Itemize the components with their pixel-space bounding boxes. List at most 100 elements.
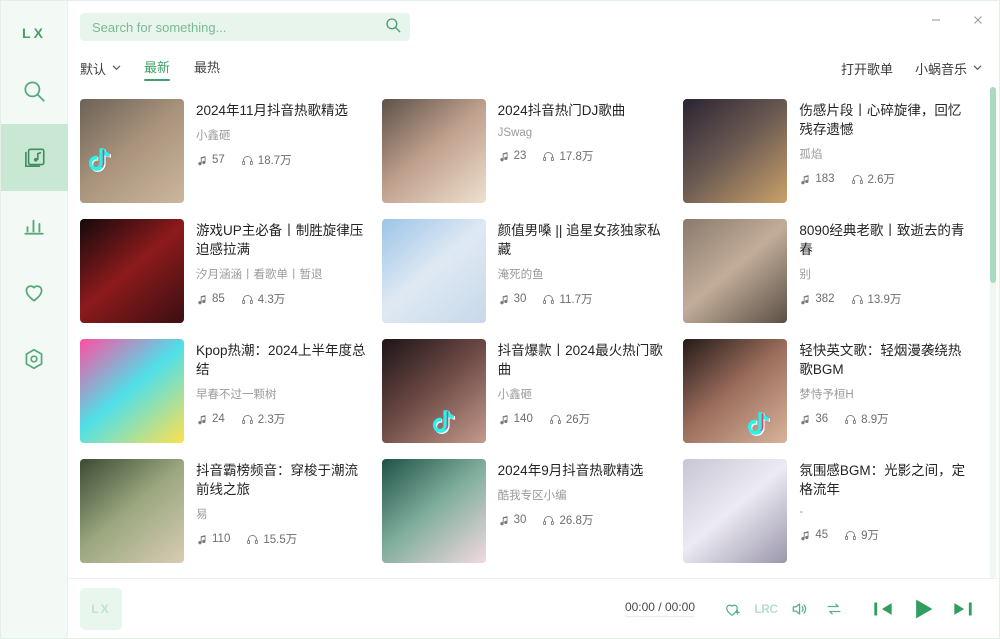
search-input[interactable] <box>92 19 384 35</box>
tiktok-icon <box>748 412 772 436</box>
song-count-value: 23 <box>513 150 527 162</box>
minimize-button[interactable] <box>915 3 957 37</box>
sidebar-item-leaderboard[interactable] <box>1 191 68 258</box>
playlist-cover[interactable] <box>381 459 486 563</box>
play-count-stat: 2.6万 <box>851 171 896 187</box>
playlist-cover[interactable] <box>381 339 486 443</box>
song-count-value: 24 <box>212 413 225 425</box>
playlist-title: 8090经典老歌丨致逝去的青春 <box>799 223 965 257</box>
cover-image <box>683 219 788 323</box>
search-box[interactable] <box>80 13 410 41</box>
playlist-card[interactable]: 2024年11月抖音热歌精选 小鑫砸 57 18.7万 <box>80 91 380 211</box>
music-note-icon <box>801 415 809 425</box>
toolbar-right: 打开歌单 小蜗音乐 <box>841 59 983 78</box>
playlist-grid: 2024年11月抖音热歌精选 小鑫砸 57 18.7万 2024抖音热门DJ歌曲 JS… <box>80 91 983 571</box>
music-note-icon <box>801 531 809 541</box>
song-count-stat: 36 <box>799 413 828 425</box>
tab-hottest[interactable]: 最热 <box>194 57 220 80</box>
tab-latest[interactable]: 最新 <box>144 57 171 81</box>
sidebar-item-settings[interactable] <box>1 325 68 392</box>
playlist-title: 轻快英文歌：轻烟漫袭绕热歌BGM <box>799 343 962 377</box>
play-icon[interactable] <box>903 589 943 629</box>
play-count-stat: 11.7万 <box>542 291 592 307</box>
playlist-cover[interactable] <box>80 99 184 203</box>
headphone-icon <box>241 155 253 165</box>
window-titlebar <box>915 1 999 39</box>
playlist-card[interactable]: 游戏UP主必备丨制胜旋律压迫感拉满 汐月涵涵丨看歌单丨暂退 85 4.3万 <box>80 211 380 331</box>
playlist-card[interactable]: 8090经典老歌丨致逝去的青春别 382 13.9万 <box>683 211 983 331</box>
heart-plus-icon[interactable] <box>715 592 749 626</box>
playlist-card[interactable]: 2024年9月抖音热歌精选 酷我专区小编 30 26.8万 <box>381 451 682 571</box>
playlist-cover[interactable] <box>80 219 184 323</box>
music-note-icon <box>499 295 508 305</box>
scrollbar-thumb[interactable] <box>990 87 996 284</box>
playlist-meta: 2024抖音热门DJ歌曲 JSwag 23 17.8万 <box>486 99 626 203</box>
playlist-title: 2024年9月抖音热歌精选 <box>497 463 644 478</box>
play-count-stat: 4.3万 <box>241 291 285 307</box>
playlist-card[interactable]: 颜值男嗓 || 追星女孩独家私藏 淹死的鱼 30 11.7万 <box>381 211 682 331</box>
headphone-icon <box>241 294 253 304</box>
next-icon[interactable] <box>943 589 983 629</box>
playlist-meta: 8090经典老歌丨致逝去的青春别 382 13.9万 <box>787 219 973 323</box>
lx-music-window: LX Search for something... 默认 最新 最热 打开歌单… <box>0 0 1000 639</box>
sidebar: LX <box>0 1 68 638</box>
playlist-card[interactable]: 轻快英文歌：轻烟漫袭绕热歌BGM 梦恃予桓H 36 8.9万 <box>683 331 983 451</box>
playlist-card[interactable]: 抖音霸榜频音：穿梭于潮流前线之旅易 110 15.5万 <box>80 451 380 571</box>
play-count-value: 2.6万 <box>867 174 896 186</box>
playlist-card[interactable]: 抖音爆款丨2024最火热门歌曲 小鑫砸 140 26万 <box>381 331 682 451</box>
close-button[interactable] <box>957 3 999 37</box>
song-count-value: 110 <box>212 533 231 545</box>
song-count-stat: 110 <box>196 533 230 545</box>
play-count-stat: 8.9万 <box>844 411 889 427</box>
playlist-cover[interactable] <box>80 459 184 563</box>
playlist-stats: 24 2.3万 <box>196 411 370 427</box>
play-count-value: 18.7万 <box>257 155 292 167</box>
repeat-icon[interactable] <box>817 592 851 626</box>
scrollbar-track[interactable] <box>990 87 996 578</box>
cover-image <box>80 219 184 323</box>
search-icon[interactable] <box>384 16 402 39</box>
playlist-stats: 45 9万 <box>799 527 973 543</box>
song-count-stat: 382 <box>799 293 835 305</box>
playlist-stats: 57 18.7万 <box>196 152 348 168</box>
playlist-cover[interactable] <box>381 219 486 323</box>
play-count-value: 26万 <box>565 414 591 426</box>
playlist-card[interactable]: 2024抖音热门DJ歌曲 JSwag 23 17.8万 <box>381 91 682 211</box>
playlist-title: 氛围感BGM：光影之间，定格流年 <box>799 463 966 497</box>
music-note-icon <box>198 295 206 305</box>
playback-time: 00:00 / 00:00 <box>624 600 695 617</box>
sidebar-item-favorites[interactable] <box>1 258 68 325</box>
playlist-title: 伤感片段丨心碎旋律，回忆残存遗憾 <box>799 103 962 137</box>
playlist-cover[interactable] <box>683 219 788 323</box>
headphone-icon <box>851 294 863 304</box>
play-count-stat: 17.8万 <box>542 148 593 164</box>
tiktok-icon <box>82 143 116 177</box>
sidebar-item-search[interactable] <box>1 57 68 124</box>
music-note-icon <box>198 156 206 166</box>
previous-icon[interactable] <box>863 589 903 629</box>
lrc-icon[interactable]: LRC <box>749 592 783 626</box>
song-count-stat: 140 <box>498 413 533 425</box>
playlist-cover[interactable] <box>80 339 184 443</box>
playlist-cover[interactable] <box>683 99 788 203</box>
song-count-value: 30 <box>513 293 527 305</box>
playlist-meta: 游戏UP主必备丨制胜旋律压迫感拉满 汐月涵涵丨看歌单丨暂退 85 4.3万 <box>184 219 370 323</box>
playlist-card[interactable]: Kpop热潮：2024上半年度总结 早春不过一颗树 24 2.3万 <box>80 331 380 451</box>
source-dropdown[interactable]: 小蜗音乐 <box>915 59 983 78</box>
sidebar-item-songlist[interactable] <box>0 124 68 191</box>
player-bar: LX 00:00 / 00:00 LRC <box>68 578 999 638</box>
lrc-label: LRC <box>754 601 778 616</box>
playlist-stats: 183 2.6万 <box>799 171 973 187</box>
play-count-value: 8.9万 <box>861 414 889 426</box>
song-count-value: 382 <box>815 293 835 305</box>
volume-icon[interactable] <box>783 592 817 626</box>
playlist-cover[interactable] <box>381 99 486 203</box>
sort-dropdown[interactable]: 默认 <box>80 59 122 78</box>
playlist-stats: 382 13.9万 <box>799 291 973 307</box>
open-playlist-button[interactable]: 打开歌单 <box>841 59 893 78</box>
playlist-cover[interactable] <box>683 339 788 443</box>
song-count-stat: 30 <box>498 514 526 526</box>
playlist-card[interactable]: 氛围感BGM：光影之间，定格流年 - 45 9万 <box>683 451 983 571</box>
playlist-cover[interactable] <box>683 459 788 563</box>
playlist-card[interactable]: 伤感片段丨心碎旋律，回忆残存遗憾 孤焰 183 2.6万 <box>683 91 983 211</box>
